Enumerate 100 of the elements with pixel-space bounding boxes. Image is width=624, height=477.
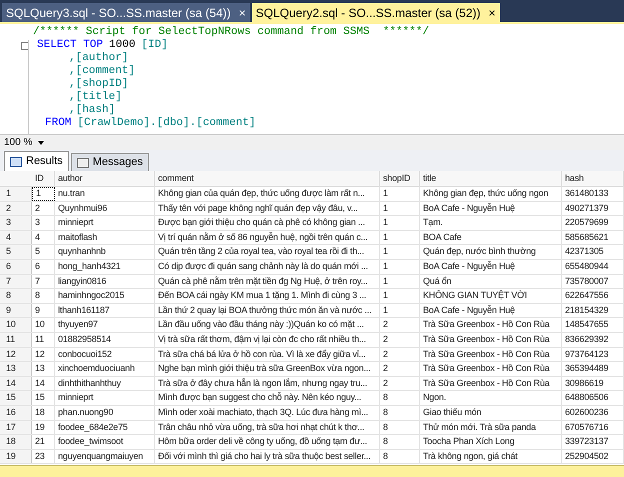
table-cell: 19 (32, 420, 55, 434)
table-cell: 1 (380, 230, 420, 244)
table-cell: conbocuoi152 (55, 348, 155, 362)
table-cell: 670576716 (562, 420, 624, 434)
row-number[interactable]: 5 (0, 245, 32, 259)
collapse-icon[interactable] (21, 42, 29, 50)
table-cell: 8 (380, 406, 420, 420)
row-number[interactable]: 16 (0, 406, 32, 420)
table-cell: nu.tran (55, 187, 155, 201)
code-identifier: ,[title] (68, 91, 123, 104)
table-cell: Trà Sữa Greenbox - Hồ Con Rùa (420, 362, 562, 376)
table-cell: minnieprt (55, 391, 155, 405)
code-keyword: FROM (45, 117, 72, 130)
table-cell: Toocha Phan Xích Long (420, 435, 562, 449)
table-cell: foodee_684e2e75 (55, 420, 155, 434)
column-header[interactable]: author (55, 171, 155, 186)
row-number[interactable]: 12 (0, 348, 32, 362)
table-cell: Trà sữa ở đây chưa hẳn là ngon lắm, nhưng ngay tru... (155, 376, 380, 390)
table-cell: Quá ổn (420, 274, 562, 288)
table-cell: 14 (32, 376, 55, 390)
table-cell: Mình oder xoài machiato, thạch 3Q. Lúc đưa hàng mì... (155, 406, 380, 420)
table-cell: Trà Sữa Greenbox - Hồ Con Rùa (420, 376, 562, 390)
table-cell: Trà không ngon, giá chát (420, 450, 562, 464)
row-number[interactable]: 14 (0, 376, 32, 390)
row-number[interactable]: 6 (0, 260, 32, 274)
table-cell: 973764123 (562, 348, 624, 362)
table-cell: 1 (380, 187, 420, 201)
row-number[interactable]: 1 (0, 187, 32, 201)
table-cell: Quán đẹp, nước bình thường (420, 245, 562, 259)
table-cell: thyuyen97 (55, 318, 155, 332)
message-icon (76, 158, 89, 168)
table-cell: 1 (380, 304, 420, 318)
table-cell: 648806506 (562, 391, 624, 405)
table-cell: 218154329 (562, 304, 624, 318)
column-header[interactable]: shopID (380, 171, 420, 186)
row-number[interactable]: 3 (0, 216, 32, 230)
results-tab[interactable]: Results (4, 151, 69, 171)
row-number[interactable]: 8 (0, 289, 32, 303)
table-cell: 622647556 (562, 289, 624, 303)
table-cell: Quynhmui96 (55, 202, 155, 216)
row-number[interactable]: 2 (0, 202, 32, 216)
table-cell: nguyenquangmaiuyen (55, 450, 155, 464)
table-cell: liangyin0816 (55, 274, 155, 288)
zoom-level[interactable]: 100 % (4, 135, 32, 150)
row-number[interactable]: 17 (0, 420, 32, 434)
row-number[interactable]: 15 (0, 391, 32, 405)
table-cell: 365394489 (562, 362, 624, 376)
row-number[interactable]: 4 (0, 230, 32, 244)
table-cell: 220579699 (562, 216, 624, 230)
table-cell: Giao thiếu món (420, 406, 562, 420)
table-cell: 148547655 (562, 318, 624, 332)
table-cell: 12 (32, 348, 55, 362)
table-cell: Vị trà sữa rất thơm, đậm vị lại còn đc cho rất nhiều th... (155, 332, 380, 347)
table-cell: dinhthithanhthuy (55, 376, 155, 390)
table-cell: 01882958514 (55, 332, 155, 347)
table-cell: Trà Sữa Greenbox - Hồ Con Rùa (420, 348, 562, 362)
column-header[interactable]: title (420, 171, 562, 186)
table-cell: 30986619 (562, 376, 624, 390)
row-number[interactable]: 11 (0, 332, 32, 347)
row-number[interactable]: 19 (0, 450, 32, 464)
table-cell: Nghe bạn mình giới thiệu trà sữa GreenBox vừa ngon... (155, 362, 380, 376)
results-tab[interactable]: Messages (70, 153, 149, 171)
column-header[interactable]: ID (32, 171, 55, 186)
code-editor[interactable]: /****** Script for SelectTopNRows command from SSMS ******/ SELECT TOP 1000 [ID] ,[author] ,[comment] ,[shopID] ,[title] ,[hash] FROM [CrawlDemo].[dbo].[comment] (0, 24, 624, 134)
row-number[interactable]: 10 (0, 318, 32, 332)
column-header[interactable]: comment (155, 171, 380, 186)
table-cell: 10 (32, 318, 55, 332)
table-cell: Quán trên tầng 2 của royal tea, vào royal tea rồi đi th... (155, 245, 380, 259)
table-cell: 602600236 (562, 406, 624, 420)
table-cell: 8 (380, 391, 420, 405)
table-cell: 339723137 (562, 435, 624, 449)
row-number[interactable]: 9 (0, 304, 32, 318)
close-icon[interactable]: × (488, 6, 496, 18)
table-cell: 5 (32, 245, 55, 259)
dropdown-icon[interactable] (38, 140, 44, 144)
document-tab[interactable]: SQLQuery2.sql - SO...SS.master (sa (52)) × (252, 3, 500, 22)
table-cell: Thấy tên với page không nghĩ quán đẹp vậy đâu, v... (155, 202, 380, 216)
row-number[interactable]: 13 (0, 362, 32, 376)
table-cell: 252904502 (562, 450, 624, 464)
table-cell: BoA Cafe - Nguyễn Huệ (420, 260, 562, 274)
column-header[interactable]: hash (562, 171, 624, 186)
close-icon[interactable]: × (238, 6, 246, 18)
table-cell: 11 (32, 332, 55, 347)
table-cell: 2 (380, 376, 420, 390)
row-number[interactable]: 7 (0, 274, 32, 288)
table-cell: phan.nuong90 (55, 406, 155, 420)
row-number[interactable]: 18 (0, 435, 32, 449)
table-cell: Được bạn giới thiệu cho quán cà phê có không gian ... (155, 216, 380, 230)
table-cell: 7 (32, 274, 55, 288)
document-tab[interactable]: SQLQuery3.sql - SO...SS.master (sa (54)) × (2, 3, 250, 22)
code-identifier: ,[comment] (68, 65, 136, 78)
table-cell: 1 (380, 216, 420, 230)
table-cell: Trà sữa chá bá lửa ở hồ con rùa. Vì là xe đẩy giữa vỉ... (155, 348, 380, 362)
table-cell: Trà Sữa Greenbox - Hồ Con Rùa (420, 332, 562, 347)
table-cell: Quán cà phê nằm trên mặt tiền đg Ng Huệ, ở trên roy... (155, 274, 380, 288)
table-cell: Đối với mình thì giá cho hai ly trà sữa thuộc best seller... (155, 450, 380, 464)
table-cell: 1 (380, 289, 420, 303)
table-cell: Tạm. (420, 216, 562, 230)
code-identifier: ,[author] (68, 52, 130, 65)
table-cell: Hôm bữa order deli về công ty uống, đồ uống tạm đư... (155, 435, 380, 449)
